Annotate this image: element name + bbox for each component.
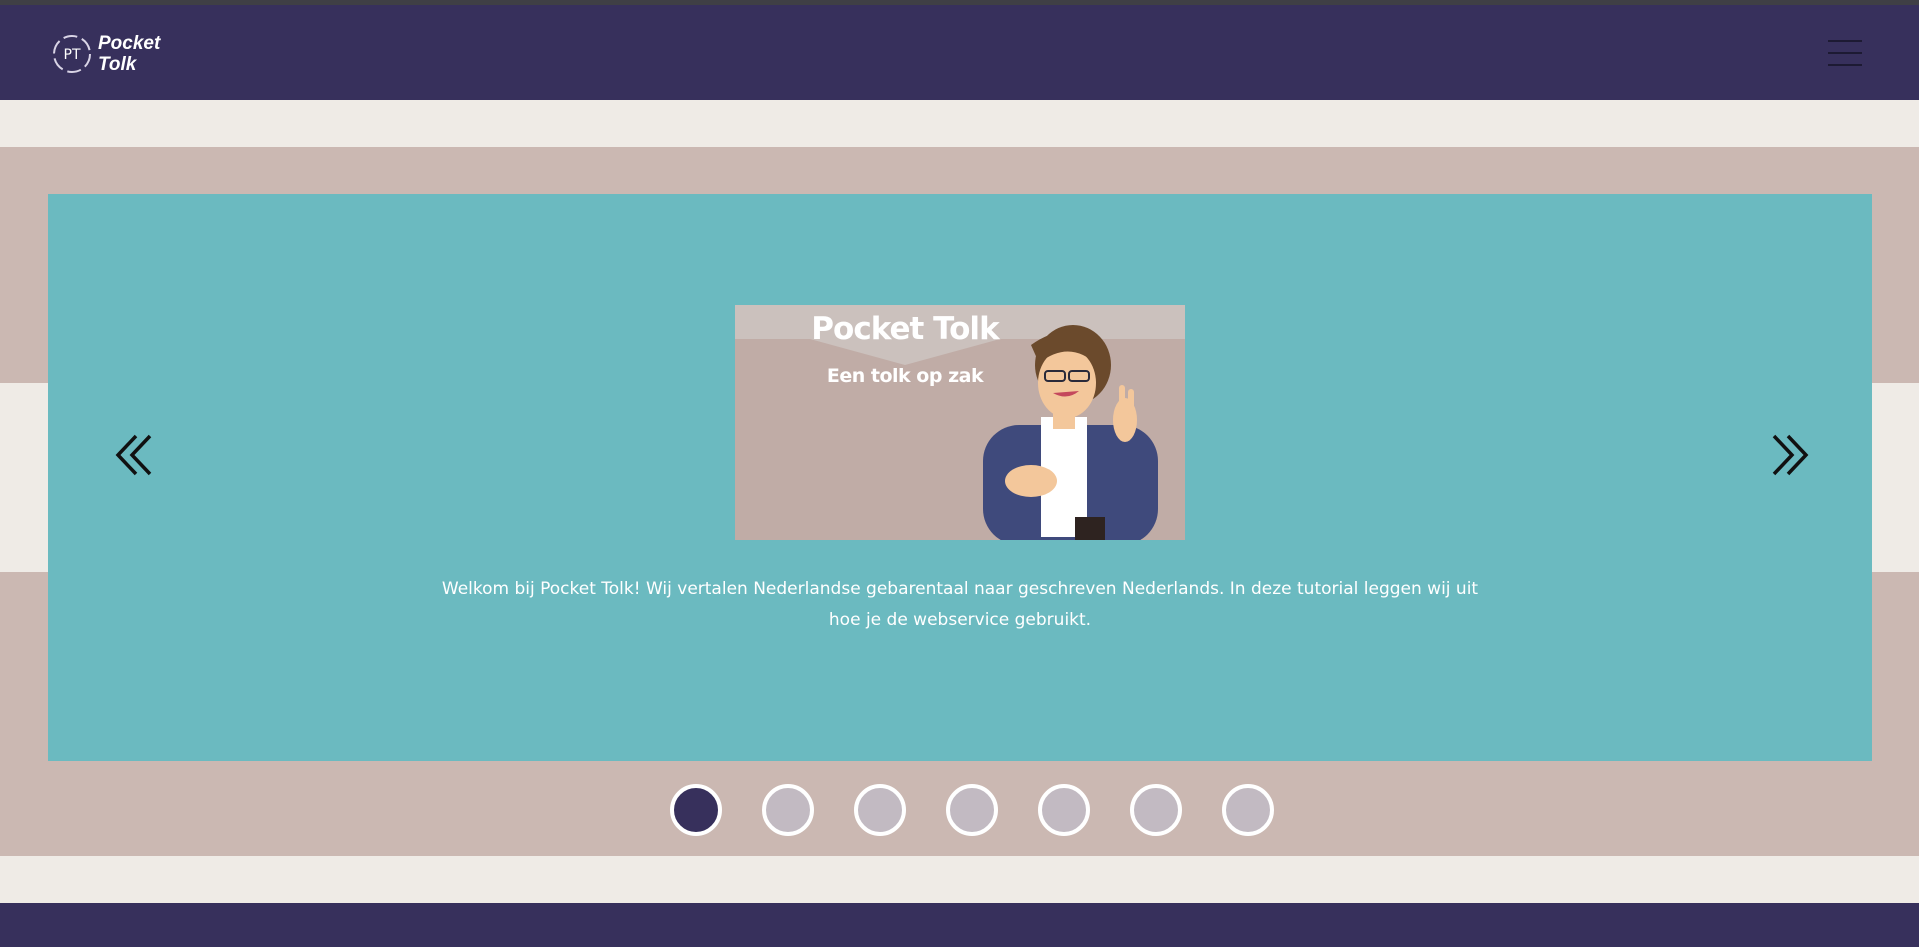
carousel-dot-4[interactable] (946, 784, 998, 836)
logo-mark-icon: PT (52, 34, 92, 74)
double-chevron-right-icon[interactable] (1766, 432, 1812, 478)
logo-line-1: Pocket (98, 33, 161, 54)
carousel-pagination (670, 784, 1274, 836)
spacer-band-top (0, 100, 1919, 147)
site-footer (0, 903, 1919, 947)
double-chevron-left-icon[interactable] (112, 432, 158, 478)
site-logo[interactable]: PT Pocket Tolk (52, 31, 160, 77)
carousel-dot-3[interactable] (854, 784, 906, 836)
carousel-dot-7[interactable] (1222, 784, 1274, 836)
logo-text: Pocket Tolk (98, 33, 160, 75)
illustration-title: Pocket Tolk (811, 311, 999, 347)
site-header: PT Pocket Tolk (0, 5, 1919, 100)
logo-line-2: Tolk (98, 54, 137, 75)
hamburger-menu-icon[interactable] (1828, 38, 1862, 68)
slide-description: Welkom bij Pocket Tolk! Wij vertalen Ned… (441, 579, 1479, 630)
illustration-subtitle: Een tolk op zak (826, 365, 984, 387)
logo-monogram: PT (64, 47, 81, 63)
carousel-dot-1[interactable] (670, 784, 722, 836)
carousel-slide: Pocket Tolk Een tolk op zak Welkom bij P… (48, 194, 1872, 761)
carousel-dot-5[interactable] (1038, 784, 1090, 836)
carousel-dot-6[interactable] (1130, 784, 1182, 836)
spacer-band-bottom (0, 856, 1919, 903)
carousel-dot-2[interactable] (762, 784, 814, 836)
slide-illustration: Pocket Tolk Een tolk op zak (735, 305, 1185, 540)
